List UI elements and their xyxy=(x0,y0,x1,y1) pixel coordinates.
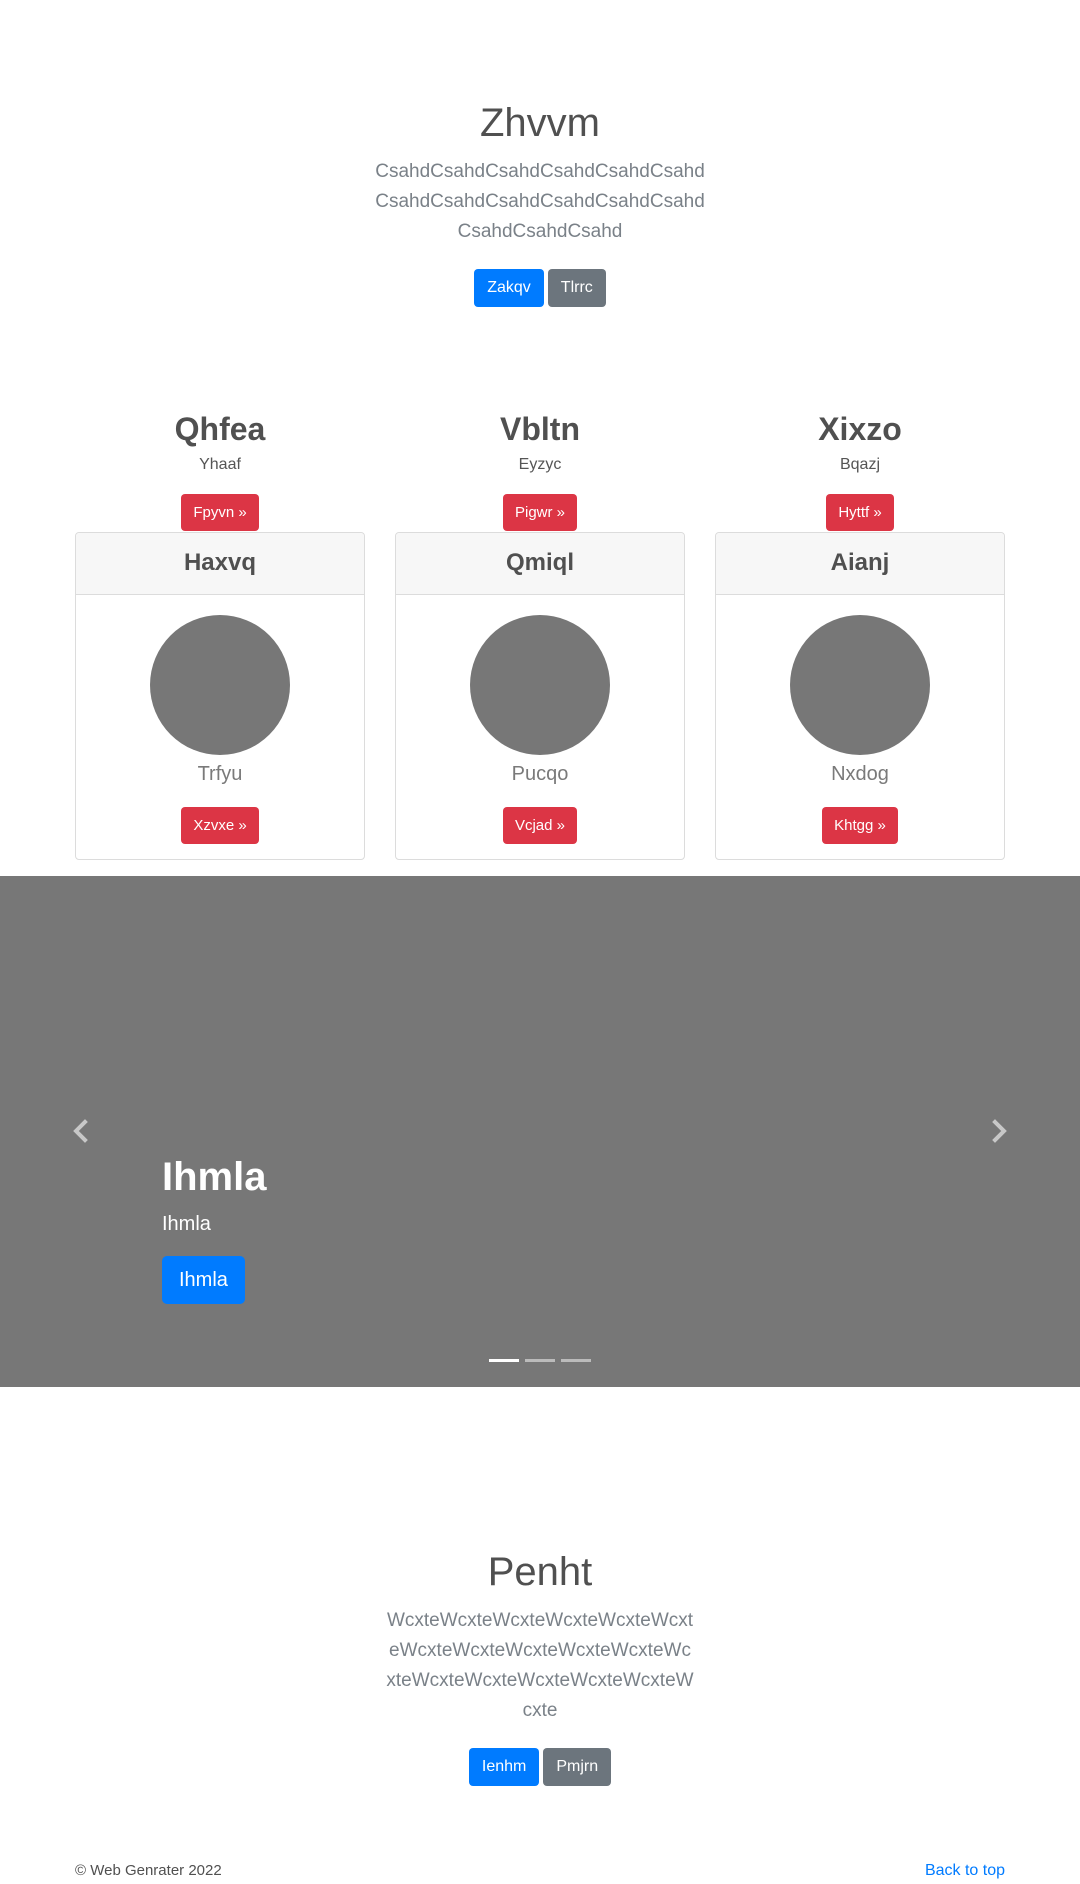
card-header: Haxvq xyxy=(76,533,364,595)
chevron-left-icon xyxy=(73,1119,88,1143)
feature-title: Qhfea xyxy=(174,411,266,447)
hero-bottom-primary-button[interactable]: Ienhm xyxy=(468,1748,540,1786)
carousel-indicators xyxy=(0,1359,1080,1362)
feature-title: Xixzo xyxy=(818,411,902,447)
hero-bottom-title: Penht xyxy=(487,1550,593,1594)
carousel: Ihmla Ihmla Ihmla xyxy=(0,876,1080,1387)
hero-top-secondary-button[interactable]: Tlrrc xyxy=(547,269,606,307)
feature-column-3: Xixzo Bqazj Hyttf » xyxy=(715,405,1005,531)
feature-column-2: Vbltn Eyzyc Pigwr » xyxy=(395,405,685,531)
feature-button[interactable]: Hyttf » xyxy=(826,494,894,531)
hero-bottom: Penht WcxteWcxteWcxteWcxteWcxteWcxteWcxt… xyxy=(0,1548,1080,1786)
carousel-indicator-1[interactable] xyxy=(489,1359,519,1362)
hero-top-buttons: Zakqv Tlrrc xyxy=(0,269,1080,307)
feature-title: Vbltn xyxy=(500,411,580,447)
footer-copyright: © Web Genrater 2022 xyxy=(75,1862,222,1879)
avatar xyxy=(790,615,930,755)
carousel-button[interactable]: Ihmla xyxy=(162,1256,245,1304)
hero-bottom-secondary-button[interactable]: Pmjrn xyxy=(543,1748,612,1786)
hero-top-primary-button[interactable]: Zakqv xyxy=(474,269,544,307)
card-2: Qmiql Pucqo Vcjad » xyxy=(395,532,685,860)
feature-subtitle: Yhaaf xyxy=(199,456,241,473)
card-label: Trfyu xyxy=(197,763,243,785)
feature-subtitle: Eyzyc xyxy=(518,456,562,473)
avatar xyxy=(470,615,610,755)
back-to-top-link[interactable]: Back to top xyxy=(925,1861,1005,1881)
avatar xyxy=(150,615,290,755)
feature-button[interactable]: Fpyvn » xyxy=(181,494,259,531)
carousel-indicator-2[interactable] xyxy=(525,1359,555,1362)
card-label: Nxdog xyxy=(831,763,889,785)
hero-top-title: Zhvvm xyxy=(480,101,600,145)
chevron-right-icon xyxy=(992,1119,1007,1143)
carousel-next-button[interactable] xyxy=(984,1116,1014,1146)
card-3: Aianj Nxdog Khtgg » xyxy=(715,532,1005,860)
hero-top-lead: CsahdCsahdCsahdCsahdCsahdCsahdCsahdCsahd… xyxy=(375,161,705,242)
card-header: Aianj xyxy=(716,533,1004,595)
feature-column-1: Qhfea Yhaaf Fpyvn » xyxy=(75,405,365,531)
carousel-title: Ihmla xyxy=(162,1155,267,1199)
card-button[interactable]: Khtgg » xyxy=(822,807,898,844)
card-1: Haxvq Trfyu Xzvxe » xyxy=(75,532,365,860)
hero-bottom-lead: WcxteWcxteWcxteWcxteWcxteWcxteWcxteWcxte… xyxy=(386,1610,694,1721)
card-label: Pucqo xyxy=(511,763,569,785)
card-header: Qmiql xyxy=(396,533,684,595)
carousel-caption: Ihmla Ihmla Ihmla xyxy=(162,1149,266,1304)
feature-subtitle: Bqazj xyxy=(839,456,881,473)
carousel-text: Ihmla xyxy=(162,1213,211,1235)
carousel-prev-button[interactable] xyxy=(66,1116,96,1146)
hero-bottom-buttons: Ienhm Pmjrn xyxy=(0,1748,1080,1786)
card-button[interactable]: Vcjad » xyxy=(502,807,578,844)
feature-button[interactable]: Pigwr » xyxy=(502,494,578,531)
hero-top: Zhvvm CsahdCsahdCsahdCsahdCsahdCsahdCsah… xyxy=(0,99,1080,307)
carousel-indicator-3[interactable] xyxy=(561,1359,591,1362)
card-button[interactable]: Xzvxe » xyxy=(181,807,259,844)
